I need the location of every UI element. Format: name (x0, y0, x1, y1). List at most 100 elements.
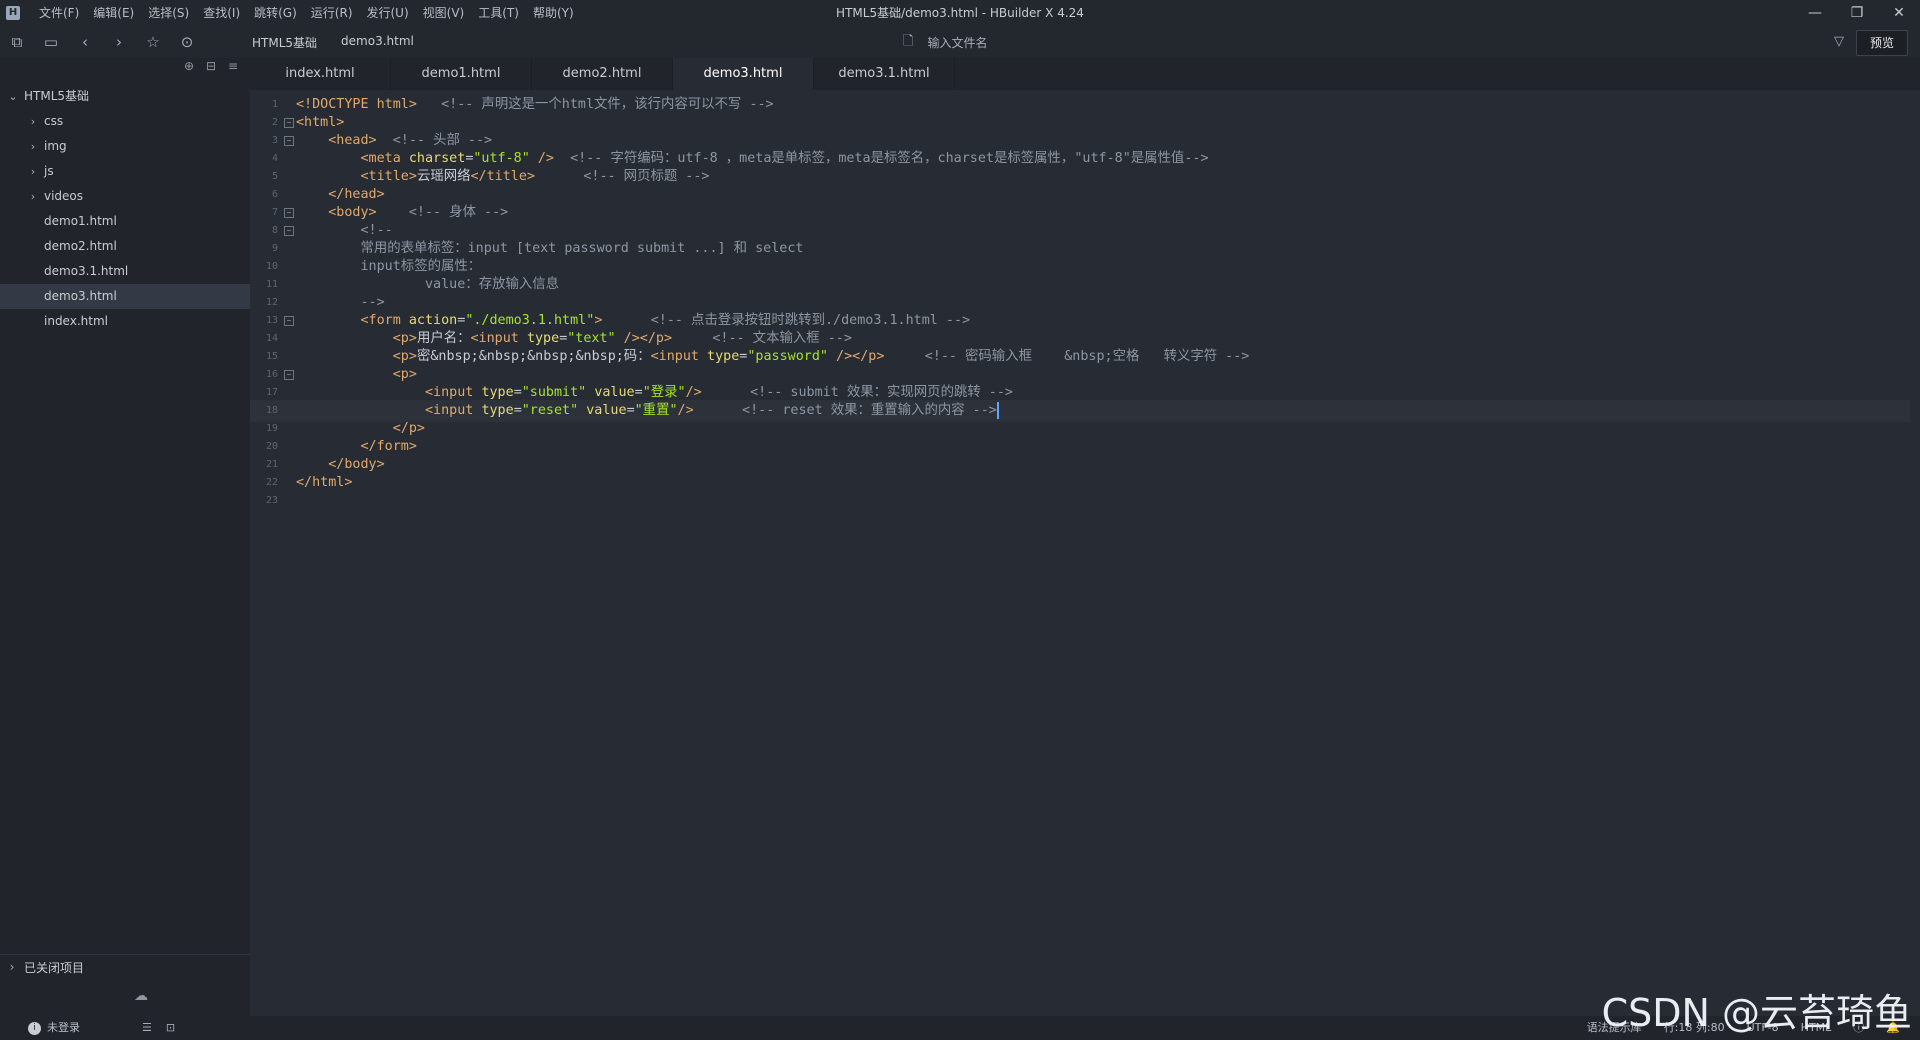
sidebar-menu-icon[interactable]: ≡ (222, 59, 244, 73)
menu-item[interactable]: 编辑(E) (86, 0, 141, 26)
hbuilder-logo-icon: H (0, 0, 26, 26)
tab-demo2-html[interactable]: demo2.html (532, 58, 673, 90)
code-token: /> (529, 151, 554, 166)
breadcrumb-file[interactable]: demo3.html (341, 34, 414, 51)
locate-icon[interactable]: ⊕ (178, 59, 200, 73)
breadcrumb: HTML5基础 demo3.html (252, 34, 438, 51)
menu-item[interactable]: 文件(F) (32, 0, 86, 26)
tab-demo1-html[interactable]: demo1.html (391, 58, 532, 90)
code-token: /></p> (615, 331, 673, 346)
code-token: "text" (567, 331, 616, 346)
fold-toggle-icon[interactable]: − (284, 370, 294, 380)
code-token: = (513, 403, 522, 418)
outline-icon[interactable]: ☰ (142, 1016, 152, 1040)
menu-item[interactable]: 跳转(G) (247, 0, 304, 26)
code-token: <input (470, 331, 527, 346)
tree-file[interactable]: index.html (0, 309, 250, 334)
code-token: <!-- 密码输入框 &nbsp;空格 转义字符 --> (884, 349, 1250, 364)
tree-file[interactable]: demo3.html (0, 284, 250, 309)
code-token: <!-- 头部 --> (376, 133, 493, 148)
code-token: value (594, 385, 635, 400)
code-token: /> (677, 403, 694, 418)
fold-toggle-icon[interactable]: − (284, 316, 294, 326)
tree-folder[interactable]: › videos (0, 184, 250, 209)
menu-item[interactable]: 查找(I) (196, 0, 247, 26)
code-token: <meta (360, 151, 409, 166)
code-token: /></p> (827, 349, 885, 364)
tree-project[interactable]: ⌄ HTML5基础 (0, 84, 250, 109)
tree-file[interactable]: demo2.html (0, 234, 250, 259)
login-status[interactable]: i 未登录 (28, 1016, 80, 1040)
menu-item[interactable]: 工具(T) (471, 0, 526, 26)
terminal-icon[interactable]: ⊡ (166, 1016, 175, 1040)
tree-file[interactable]: demo1.html (0, 209, 250, 234)
code-token: </body> (328, 457, 385, 472)
code-token: value：存放输入信息 (425, 277, 560, 292)
tab-demo3-1-html[interactable]: demo3.1.html (814, 58, 955, 90)
chevron-right-icon: › (30, 165, 36, 178)
code-token: "重置" (634, 403, 678, 418)
code-token: 密&nbsp;&nbsp;&nbsp;&nbsp;码： (416, 349, 651, 364)
fold-toggle-icon[interactable]: − (284, 136, 294, 146)
run-icon[interactable]: ⊙ (170, 26, 204, 58)
menu-item[interactable]: 视图(V) (416, 0, 472, 26)
filter-icon[interactable]: ▽ (1834, 34, 1844, 49)
chevron-right-icon: › (9, 960, 15, 974)
tab-index-html[interactable]: index.html (250, 58, 391, 90)
code-token: action (408, 313, 458, 328)
new-file-icon[interactable]: ⧉ (0, 26, 34, 58)
code-token: = (513, 385, 522, 400)
minimize-button[interactable]: — (1794, 0, 1836, 26)
preview-button[interactable]: 预览 (1856, 30, 1908, 56)
sidebar-header: ⊕ ⊟ ≡ (0, 58, 250, 74)
fold-toggle-icon[interactable]: − (284, 118, 294, 128)
code-token: "utf-8" (473, 151, 530, 166)
closed-projects[interactable]: › 已关闭项目 (0, 954, 250, 979)
code-token: <p> (392, 367, 417, 382)
fold-toggle-icon[interactable]: − (284, 226, 294, 236)
file-search-input[interactable] (925, 35, 1130, 51)
menu-item[interactable]: 帮助(Y) (526, 0, 581, 26)
star-icon[interactable]: ☆ (136, 26, 170, 58)
breadcrumb-project[interactable]: HTML5基础 (252, 34, 317, 51)
code-token: </p> (392, 421, 425, 436)
code-token: <!DOCTYPE html> (296, 97, 417, 112)
tree-folder[interactable]: › css (0, 109, 250, 134)
close-button[interactable]: ✕ (1878, 0, 1920, 26)
menu-item[interactable]: 发行(U) (360, 0, 416, 26)
code-token: </html> (296, 475, 353, 490)
fold-toggle-icon[interactable]: − (284, 208, 294, 218)
menu-item[interactable]: 运行(R) (304, 0, 360, 26)
tree-folder[interactable]: › img (0, 134, 250, 159)
code-token: <input (425, 385, 482, 400)
tree-folder[interactable]: › js (0, 159, 250, 184)
chevron-down-icon: ⌄ (8, 90, 18, 103)
collapse-all-icon[interactable]: ⊟ (200, 59, 222, 73)
menu-item[interactable]: 选择(S) (141, 0, 196, 26)
code-token: <body> (328, 205, 377, 220)
code-token: type (481, 385, 514, 400)
save-icon[interactable]: ▭ (34, 26, 68, 58)
restore-button[interactable]: ❐ (1836, 0, 1878, 26)
tab-demo3-html[interactable]: demo3.html (673, 58, 814, 90)
tree-item-label: js (44, 164, 54, 178)
code-token: "./demo3.1.html" (465, 313, 595, 328)
tree-file[interactable]: demo3.1.html (0, 259, 250, 284)
back-icon[interactable]: ‹ (68, 26, 102, 58)
code-token: 常用的表单标签：input [text password submit ...]… (360, 241, 804, 256)
cloud-icon[interactable]: ☁ (134, 988, 148, 1004)
code-token: <head> (328, 133, 377, 148)
code-token: <p> (392, 349, 417, 364)
forward-icon[interactable]: › (102, 26, 136, 58)
code-line[interactable]: 23 (250, 490, 1910, 512)
code-editor[interactable]: 1 <!DOCTYPE html> <!-- 声明这是一个html文件，该行内容可… (250, 94, 1920, 1016)
